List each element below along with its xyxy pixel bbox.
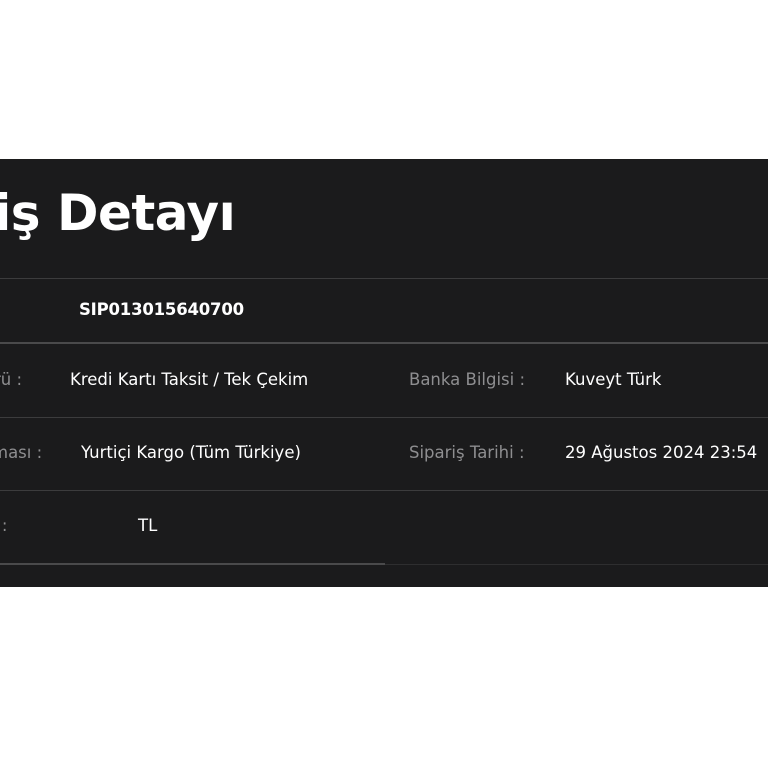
order-date-value: 29 Ağustos 2024 23:54 <box>565 443 758 462</box>
bottom-divider-right <box>385 564 768 565</box>
payment-type-label: rü : <box>0 370 23 389</box>
bank-info-label: Banka Bilgisi : <box>409 370 526 389</box>
order-date-label: Sipariş Tarihi : <box>409 443 525 462</box>
currency-label: i : <box>0 516 8 535</box>
page-title: riş Detayı <box>0 184 236 242</box>
row-divider <box>0 417 768 418</box>
order-code-divider <box>0 342 768 344</box>
bottom-divider-left <box>0 563 385 565</box>
shipping-value: Yurtiçi Kargo (Tüm Türkiye) <box>81 443 301 462</box>
row-divider <box>0 490 768 491</box>
bank-info-value: Kuveyt Türk <box>565 370 662 389</box>
currency-value: TL <box>138 516 158 535</box>
shipping-label: ması : <box>0 443 43 462</box>
order-code-value: SIP013015640700 <box>79 300 244 319</box>
order-detail-panel: riş Detayı SIP013015640700 rü : Kredi Ka… <box>0 159 768 587</box>
payment-type-value: Kredi Kartı Taksit / Tek Çekim <box>70 370 309 389</box>
page-canvas: riş Detayı SIP013015640700 rü : Kredi Ka… <box>0 0 768 768</box>
title-divider <box>0 278 768 279</box>
